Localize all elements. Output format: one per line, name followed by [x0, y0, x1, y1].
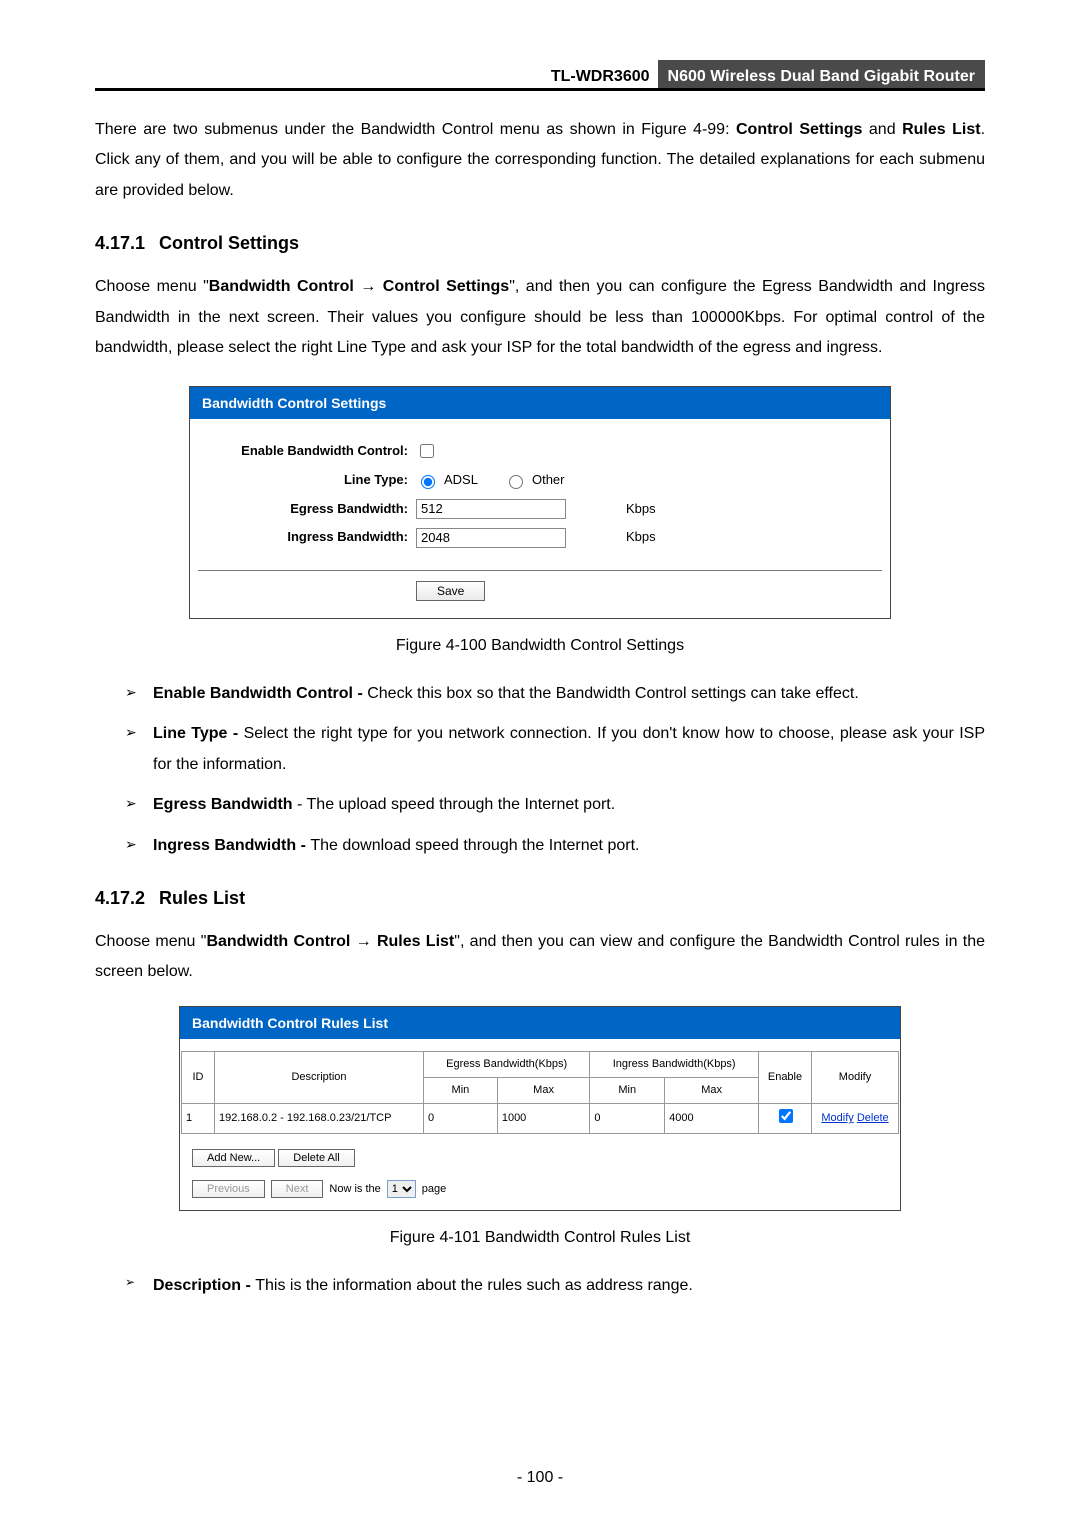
- section-title: Rules List: [159, 888, 245, 908]
- intro-text: There are two submenus under the Bandwid…: [95, 121, 736, 138]
- bandwidth-control-rules-panel: Bandwidth Control Rules List ID Descript…: [179, 1006, 901, 1211]
- table-row: 1 192.168.0.2 - 192.168.0.23/21/TCP 0 10…: [182, 1104, 899, 1134]
- col-enable: Enable: [759, 1052, 812, 1104]
- line-type-adsl-label: ADSL: [444, 468, 478, 493]
- cell-egress-max: 1000: [497, 1104, 589, 1134]
- intro-paragraph: There are two submenus under the Bandwid…: [95, 115, 985, 206]
- col-egress: Egress Bandwidth(Kbps): [424, 1052, 590, 1078]
- col-egress-max: Max: [497, 1078, 589, 1104]
- col-modify: Modify: [812, 1052, 899, 1104]
- model-label: TL-WDR3600: [543, 60, 658, 88]
- rules-list-paragraph: Choose menu "Bandwidth Control → Rules L…: [95, 927, 985, 988]
- page-select[interactable]: 1: [387, 1180, 416, 1198]
- col-ingress: Ingress Bandwidth(Kbps): [590, 1052, 759, 1078]
- modify-link[interactable]: Modify: [821, 1112, 853, 1124]
- intro-link-rules-list: Rules List: [902, 121, 980, 138]
- ingress-bandwidth-label: Ingress Bandwidth:: [208, 525, 416, 550]
- enable-bandwidth-label: Enable Bandwidth Control:: [208, 439, 416, 464]
- line-type-other-radio[interactable]: [509, 475, 523, 489]
- pager-text-pre: Now is the: [329, 1179, 380, 1200]
- panel-title: Bandwidth Control Rules List: [180, 1007, 900, 1040]
- col-id: ID: [182, 1052, 215, 1104]
- cell-modify: Modify Delete: [812, 1104, 899, 1134]
- intro-link-control-settings: Control Settings: [736, 121, 862, 138]
- cell-ingress-max: 4000: [665, 1104, 759, 1134]
- section-number: 4.17.2: [95, 888, 145, 908]
- ingress-bandwidth-input[interactable]: [416, 528, 566, 548]
- line-type-label: Line Type:: [208, 468, 416, 493]
- product-label: N600 Wireless Dual Band Gigabit Router: [658, 60, 985, 88]
- next-button[interactable]: Next: [271, 1180, 324, 1198]
- rule-enable-checkbox[interactable]: [779, 1109, 793, 1123]
- bullet-ingress-bandwidth: Ingress Bandwidth - The download speed t…: [125, 831, 985, 861]
- control-settings-bullet-list: Enable Bandwidth Control - Check this bo…: [95, 679, 985, 861]
- section-control-settings-heading: 4.17.1 Control Settings: [95, 226, 985, 260]
- cell-egress-min: 0: [424, 1104, 498, 1134]
- cell-enable: [759, 1104, 812, 1134]
- rules-table: ID Description Egress Bandwidth(Kbps) In…: [181, 1051, 899, 1134]
- delete-link[interactable]: Delete: [857, 1112, 889, 1124]
- pager-text-post: page: [422, 1179, 446, 1200]
- col-description: Description: [215, 1052, 424, 1104]
- section-rules-list-heading: 4.17.2 Rules List: [95, 881, 985, 915]
- cell-id: 1: [182, 1104, 215, 1134]
- egress-bandwidth-input[interactable]: [416, 499, 566, 519]
- bullet-enable-bandwidth: Enable Bandwidth Control - Check this bo…: [125, 679, 985, 709]
- bandwidth-control-settings-panel: Bandwidth Control Settings Enable Bandwi…: [189, 386, 891, 619]
- page-number: - 100 -: [0, 1463, 1080, 1493]
- line-type-other-label: Other: [532, 468, 565, 493]
- enable-bandwidth-checkbox[interactable]: [420, 444, 434, 458]
- rules-list-bullet-list: Description - This is the information ab…: [95, 1271, 985, 1301]
- bullet-line-type: Line Type - Select the right type for yo…: [125, 719, 985, 780]
- add-new-button[interactable]: Add New...: [192, 1149, 275, 1167]
- figure-4-100-caption: Figure 4-100 Bandwidth Control Settings: [95, 631, 985, 661]
- control-settings-paragraph: Choose menu "Bandwidth Control → Control…: [95, 272, 985, 363]
- col-ingress-max: Max: [665, 1078, 759, 1104]
- section-number: 4.17.1: [95, 233, 145, 253]
- save-button[interactable]: Save: [416, 581, 485, 601]
- egress-bandwidth-label: Egress Bandwidth:: [208, 497, 416, 522]
- ingress-unit: Kbps: [626, 525, 656, 550]
- bullet-description: Description - This is the information ab…: [125, 1271, 985, 1301]
- delete-all-button[interactable]: Delete All: [278, 1149, 354, 1167]
- intro-text: and: [862, 121, 902, 138]
- cell-description: 192.168.0.2 - 192.168.0.23/21/TCP: [215, 1104, 424, 1134]
- section-title: Control Settings: [159, 233, 299, 253]
- cell-ingress-min: 0: [590, 1104, 665, 1134]
- bullet-egress-bandwidth: Egress Bandwidth - The upload speed thro…: [125, 790, 985, 820]
- previous-button[interactable]: Previous: [192, 1180, 265, 1198]
- figure-4-101-caption: Figure 4-101 Bandwidth Control Rules Lis…: [95, 1223, 985, 1253]
- page-header: TL-WDR3600 N600 Wireless Dual Band Gigab…: [95, 60, 985, 91]
- panel-title: Bandwidth Control Settings: [190, 387, 890, 420]
- col-ingress-min: Min: [590, 1078, 665, 1104]
- col-egress-min: Min: [424, 1078, 498, 1104]
- line-type-adsl-radio[interactable]: [421, 475, 435, 489]
- egress-unit: Kbps: [626, 497, 656, 522]
